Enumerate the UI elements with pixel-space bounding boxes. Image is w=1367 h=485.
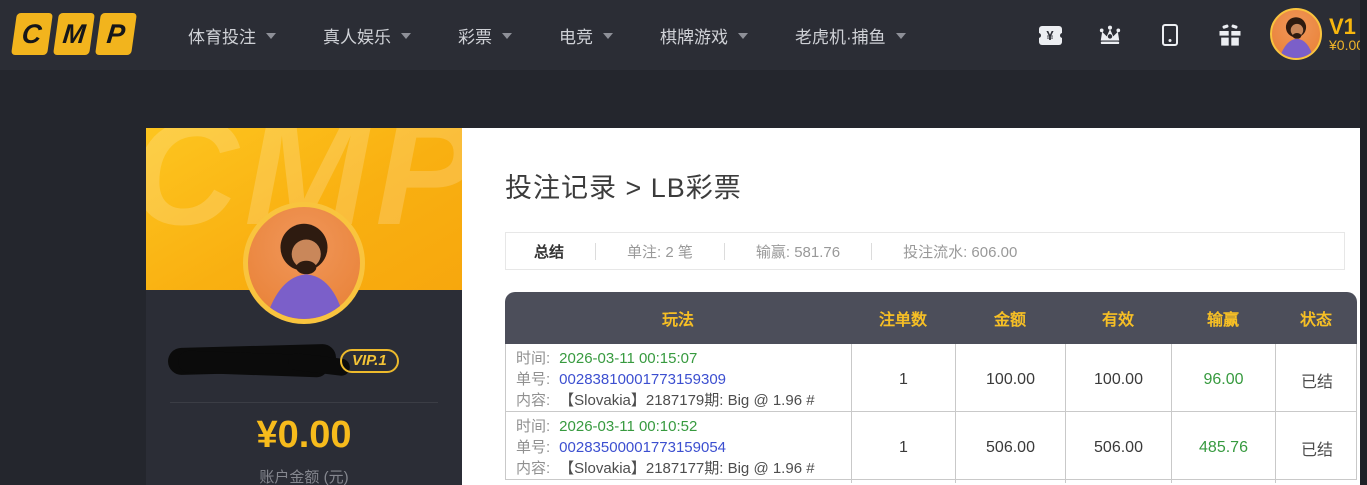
header-icon-group: ¥ xyxy=(1035,0,1242,70)
table-header-row: 玩法 注单数 金额 有效 输赢 状态 xyxy=(505,292,1357,344)
divider xyxy=(723,242,725,260)
bet-info-cell: 时间: 2026-03-11 00:15:07 单号: 002838100017… xyxy=(506,344,852,415)
bet-records-table: 玩法 注单数 金额 有效 输赢 状态 时间: 2026-03-11 00:15:… xyxy=(505,292,1357,483)
bet-info-cell: 时间: 2026-03-11 00:10:52 单号: 002835000017… xyxy=(506,412,852,483)
crown-icon[interactable] xyxy=(1098,23,1122,47)
col-header-play: 玩法 xyxy=(661,312,694,329)
divider xyxy=(170,402,438,403)
mobile-icon[interactable] xyxy=(1158,23,1182,47)
chevron-down-icon xyxy=(895,33,906,39)
chevron-down-icon xyxy=(738,33,748,39)
chevron-down-icon xyxy=(401,33,411,39)
chevron-down-icon xyxy=(266,33,276,39)
bet-content: 【Slovakia】2187177期: Big @ 1.96 # xyxy=(559,460,815,477)
col-header-win-lose: 输赢 xyxy=(1206,312,1239,329)
time-label: 时间: xyxy=(516,418,551,435)
account-balance-caption: 账户金额 (元) xyxy=(259,469,349,485)
profile-avatar[interactable] xyxy=(243,202,365,324)
content-label: 内容: xyxy=(516,460,551,477)
valid-cell: 100.00 xyxy=(1066,344,1172,415)
amount-cell: 506.00 xyxy=(956,412,1066,483)
order-label: 单号: xyxy=(516,439,551,456)
logo-letter: C xyxy=(20,18,44,49)
bet-content: 【Slovakia】2187179期: Big @ 1.96 # xyxy=(559,392,815,409)
time-label: 时间: xyxy=(516,350,551,367)
bet-count-cell: 1 xyxy=(852,412,956,483)
col-header-bet-count: 注单数 xyxy=(878,312,927,329)
user-meta: V1 ¥0.00 xyxy=(1329,15,1364,53)
content-label: 内容: xyxy=(516,392,551,409)
col-header-status: 状态 xyxy=(1299,312,1332,329)
divider xyxy=(595,242,597,260)
nav-item-label: 老虎机·捕鱼 xyxy=(795,27,886,47)
nav-item-sports[interactable]: 体育投注 xyxy=(188,23,276,48)
win-lose-cell: 485.76 xyxy=(1172,412,1276,483)
order-label: 单号: xyxy=(516,371,551,388)
bet-count-cell: 1 xyxy=(852,344,956,415)
right-edge-strip xyxy=(1360,0,1367,485)
win-lose-cell: 96.00 xyxy=(1172,344,1276,415)
logo-letter-box: M xyxy=(53,13,95,55)
header-balance: ¥0.00 xyxy=(1329,37,1365,54)
main-panel: 投注记录 > LB彩票 总结 单注: 2 笔 输赢: 581.76 投注流水: … xyxy=(462,128,1360,485)
yen-voucher-icon[interactable]: ¥ xyxy=(1035,23,1065,47)
amount-cell: 100.00 xyxy=(956,344,1066,415)
table-row: 时间: 2026-03-11 00:15:07 单号: 002838100017… xyxy=(505,344,1357,415)
nav-item-label: 体育投注 xyxy=(188,27,256,47)
logo-letter-box: C xyxy=(11,13,53,55)
status-cell: 已结 xyxy=(1300,441,1333,459)
col-header-amount: 金额 xyxy=(993,312,1026,329)
user-avatar xyxy=(1270,8,1322,60)
nav-item-label: 真人娱乐 xyxy=(323,27,391,47)
top-nav-bar: C M P 体育投注 真人娱乐 彩票 电竞 棋牌游戏 老虎机·捕鱼 ¥ V1 ¥… xyxy=(0,0,1367,70)
bet-time: 2026-03-11 00:15:07 xyxy=(559,350,698,367)
logo-letter: P xyxy=(105,18,127,49)
valid-cell: 506.00 xyxy=(1066,412,1172,483)
summary-bet-count: 单注: 2 笔 xyxy=(627,243,693,261)
summary-turnover: 投注流水: 606.00 xyxy=(903,243,1018,261)
nav-item-board-games[interactable]: 棋牌游戏 xyxy=(660,23,748,48)
nav-item-slots-fishing[interactable]: 老虎机·捕鱼 xyxy=(795,23,906,48)
main-nav: 体育投注 真人娱乐 彩票 电竞 棋牌游戏 老虎机·捕鱼 xyxy=(188,0,906,70)
vip-badge: VIP.1 xyxy=(340,349,399,373)
redacted-username xyxy=(167,343,351,380)
nav-item-label: 彩票 xyxy=(458,27,492,47)
chevron-down-icon xyxy=(502,33,512,39)
status-cell: 已结 xyxy=(1300,373,1333,391)
nav-item-label: 电竞 xyxy=(559,27,593,47)
nav-item-esports[interactable]: 电竞 xyxy=(559,23,613,48)
bet-time: 2026-03-11 00:10:52 xyxy=(559,418,698,435)
summary-tab[interactable]: 总结 xyxy=(534,241,564,262)
summary-bar: 总结 单注: 2 笔 输赢: 581.76 投注流水: 606.00 xyxy=(505,232,1345,270)
user-account-chip[interactable]: V1 ¥0.00 xyxy=(1270,8,1364,60)
profile-sidebar: CMP VIP.1 ¥0.00 账户金额 (元) xyxy=(146,128,462,485)
logo-letter-box: P xyxy=(95,13,137,55)
breadcrumb-title: 投注记录 > LB彩票 xyxy=(505,173,742,203)
gift-icon[interactable] xyxy=(1218,23,1242,47)
summary-win-lose: 输赢: 581.76 xyxy=(755,243,841,261)
nav-item-live-casino[interactable]: 真人娱乐 xyxy=(323,23,411,48)
table-row: 时间: 2026-03-11 00:10:52 单号: 002835000017… xyxy=(505,412,1357,483)
account-balance: ¥0.00 xyxy=(256,414,352,456)
order-number-link[interactable]: 00283810001773159309 xyxy=(559,369,726,390)
nav-item-label: 棋牌游戏 xyxy=(660,27,728,47)
col-header-valid: 有效 xyxy=(1101,312,1134,329)
order-number-link[interactable]: 00283500001773159054 xyxy=(559,437,726,458)
page: C M P 体育投注 真人娱乐 彩票 电竞 棋牌游戏 老虎机·捕鱼 ¥ V1 ¥… xyxy=(0,0,1367,485)
logo-letter: M xyxy=(61,18,87,49)
brand-logo[interactable]: C M P xyxy=(11,13,137,55)
chevron-down-icon xyxy=(603,33,613,39)
vip-level-badge: V1 xyxy=(1329,14,1356,40)
divider xyxy=(871,242,873,260)
nav-item-lottery[interactable]: 彩票 xyxy=(458,23,512,48)
